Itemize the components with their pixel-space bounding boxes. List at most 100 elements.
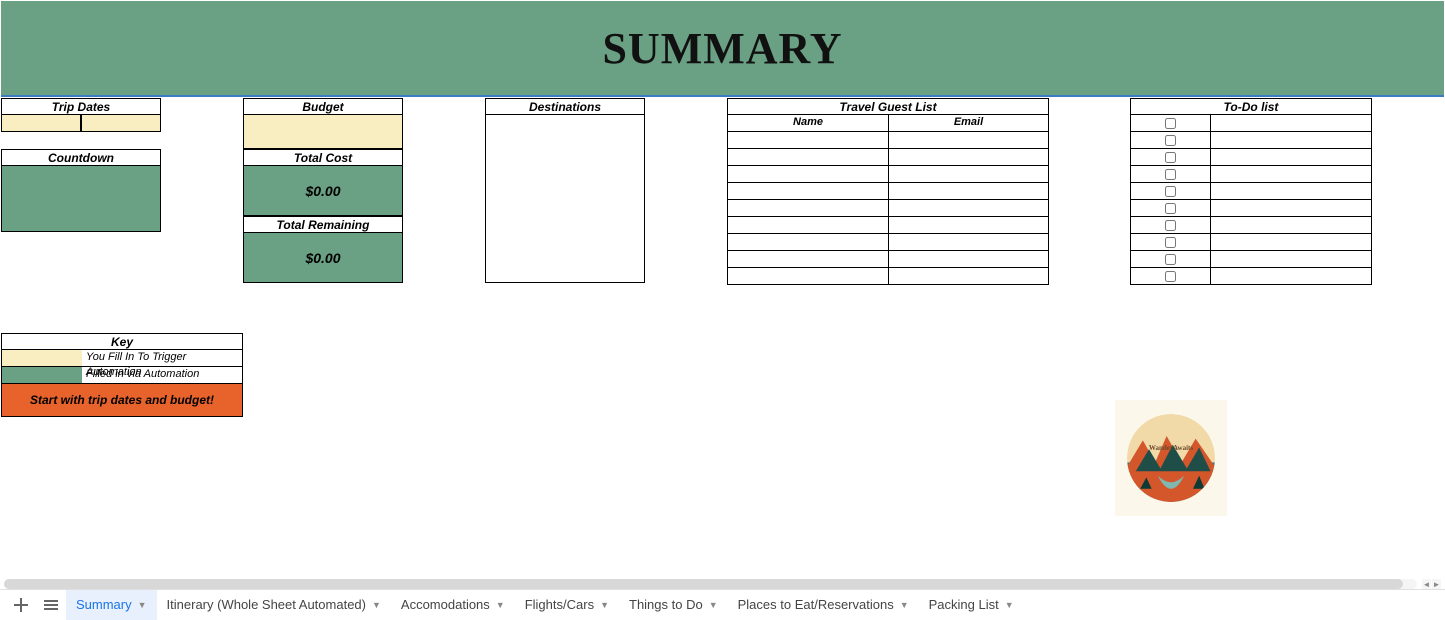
guest-row [727,234,1049,251]
scroll-left-icon[interactable]: ◄ [1422,579,1431,589]
sheet-tab[interactable]: Flights/Cars▼ [515,590,619,620]
scroll-right-icon[interactable]: ► [1432,579,1441,589]
scrollbar-thumb[interactable] [4,579,1403,589]
guest-email-cell[interactable] [888,132,1049,149]
todo-text-cell[interactable] [1210,132,1372,149]
todo-checkbox[interactable] [1165,135,1176,146]
trip-end-date-cell[interactable] [81,115,161,132]
guest-email-cell[interactable] [888,200,1049,217]
guest-list-header: Travel Guest List [727,98,1049,115]
guest-email-cell[interactable] [888,268,1049,285]
guest-email-cell[interactable] [888,166,1049,183]
todo-checkbox-cell[interactable] [1130,115,1210,132]
todo-checkbox-cell[interactable] [1130,200,1210,217]
guest-row [727,217,1049,234]
guest-name-cell[interactable] [727,166,888,183]
todo-checkbox[interactable] [1165,186,1176,197]
todo-checkbox[interactable] [1165,152,1176,163]
sheet-tab[interactable]: Things to Do▼ [619,590,728,620]
guest-name-cell[interactable] [727,183,888,200]
destinations-header: Destinations [485,98,645,115]
sheet-tab[interactable]: Itinerary (Whole Sheet Automated)▼ [157,590,391,620]
guest-email-cell[interactable] [888,183,1049,200]
guest-name-cell[interactable] [727,149,888,166]
key-text-2: Filled in via Automation [82,367,242,383]
guest-name-cell[interactable] [727,132,888,149]
chevron-down-icon[interactable]: ▼ [138,600,147,610]
menu-icon [44,598,58,612]
countdown-header: Countdown [1,149,161,166]
todo-row [1130,200,1372,217]
guest-name-cell[interactable] [727,200,888,217]
todo-text-cell[interactable] [1210,200,1372,217]
todo-text-cell[interactable] [1210,149,1372,166]
destinations-block: Destinations [485,98,645,283]
chevron-down-icon[interactable]: ▼ [372,600,381,610]
logo-text: WanderAwaits [1127,444,1215,452]
chevron-down-icon[interactable]: ▼ [496,600,505,610]
chevron-down-icon[interactable]: ▼ [1005,600,1014,610]
key-swatch-green [2,367,82,383]
key-swatch-yellow [2,350,82,366]
all-sheets-button[interactable] [36,590,66,620]
guest-name-col-header: Name [727,115,888,132]
trip-dates-block: Trip Dates [1,98,161,132]
todo-checkbox[interactable] [1165,254,1176,265]
guest-email-cell[interactable] [888,217,1049,234]
todo-checkbox[interactable] [1165,118,1176,129]
todo-text-cell[interactable] [1210,217,1372,234]
todo-checkbox[interactable] [1165,220,1176,231]
todo-text-cell[interactable] [1210,183,1372,200]
todo-checkbox-cell[interactable] [1130,166,1210,183]
key-header: Key [1,333,243,350]
sheet-tab[interactable]: Summary▼ [66,590,157,620]
budget-input-cell[interactable] [243,115,403,149]
guest-list-block: Travel Guest List Name Email [727,98,1049,285]
total-cost-header: Total Cost [243,149,403,166]
guest-email-cell[interactable] [888,251,1049,268]
banner-title: SUMMARY [602,23,842,74]
todo-checkbox[interactable] [1165,203,1176,214]
todo-text-cell[interactable] [1210,251,1372,268]
todo-checkbox-cell[interactable] [1130,132,1210,149]
destinations-body[interactable] [485,115,645,283]
todo-text-cell[interactable] [1210,115,1372,132]
todo-block: To-Do list [1130,98,1372,285]
todo-checkbox-cell[interactable] [1130,183,1210,200]
todo-checkbox-cell[interactable] [1130,149,1210,166]
scroll-arrows: ◄ ► [1422,579,1441,589]
todo-checkbox-cell[interactable] [1130,251,1210,268]
todo-text-cell[interactable] [1210,166,1372,183]
todo-checkbox-cell[interactable] [1130,234,1210,251]
todo-text-cell[interactable] [1210,234,1372,251]
guest-row [727,132,1049,149]
todo-checkbox-cell[interactable] [1130,268,1210,285]
horizontal-scrollbar[interactable] [4,579,1417,589]
todo-checkbox-cell[interactable] [1130,217,1210,234]
todo-checkbox[interactable] [1165,169,1176,180]
sheet-tab[interactable]: Packing List ▼ [919,590,1024,620]
trip-start-date-cell[interactable] [1,115,81,132]
guest-name-cell[interactable] [727,217,888,234]
wanderawaits-logo: WanderAwaits [1115,400,1227,516]
guest-email-cell[interactable] [888,149,1049,166]
todo-checkbox[interactable] [1165,237,1176,248]
todo-row [1130,234,1372,251]
guest-name-cell[interactable] [727,268,888,285]
todo-checkbox[interactable] [1165,271,1176,282]
chevron-down-icon[interactable]: ▼ [600,600,609,610]
chevron-down-icon[interactable]: ▼ [900,600,909,610]
guest-email-col-header: Email [888,115,1049,132]
spreadsheet-grid[interactable]: Trip Dates Countdown Budget Total Cost $… [0,98,1445,578]
todo-text-cell[interactable] [1210,268,1372,285]
guest-email-cell[interactable] [888,234,1049,251]
guest-name-cell[interactable] [727,234,888,251]
sheet-tab[interactable]: Places to Eat/Reservations ▼ [728,590,919,620]
guest-name-cell[interactable] [727,251,888,268]
add-sheet-button[interactable] [6,590,36,620]
sheet-tab-label: Places to Eat/Reservations [738,597,894,612]
chevron-down-icon[interactable]: ▼ [709,600,718,610]
budget-block: Budget [243,98,403,149]
sheet-tab[interactable]: Accomodations▼ [391,590,515,620]
sheet-tab-label: Packing List [929,597,999,612]
